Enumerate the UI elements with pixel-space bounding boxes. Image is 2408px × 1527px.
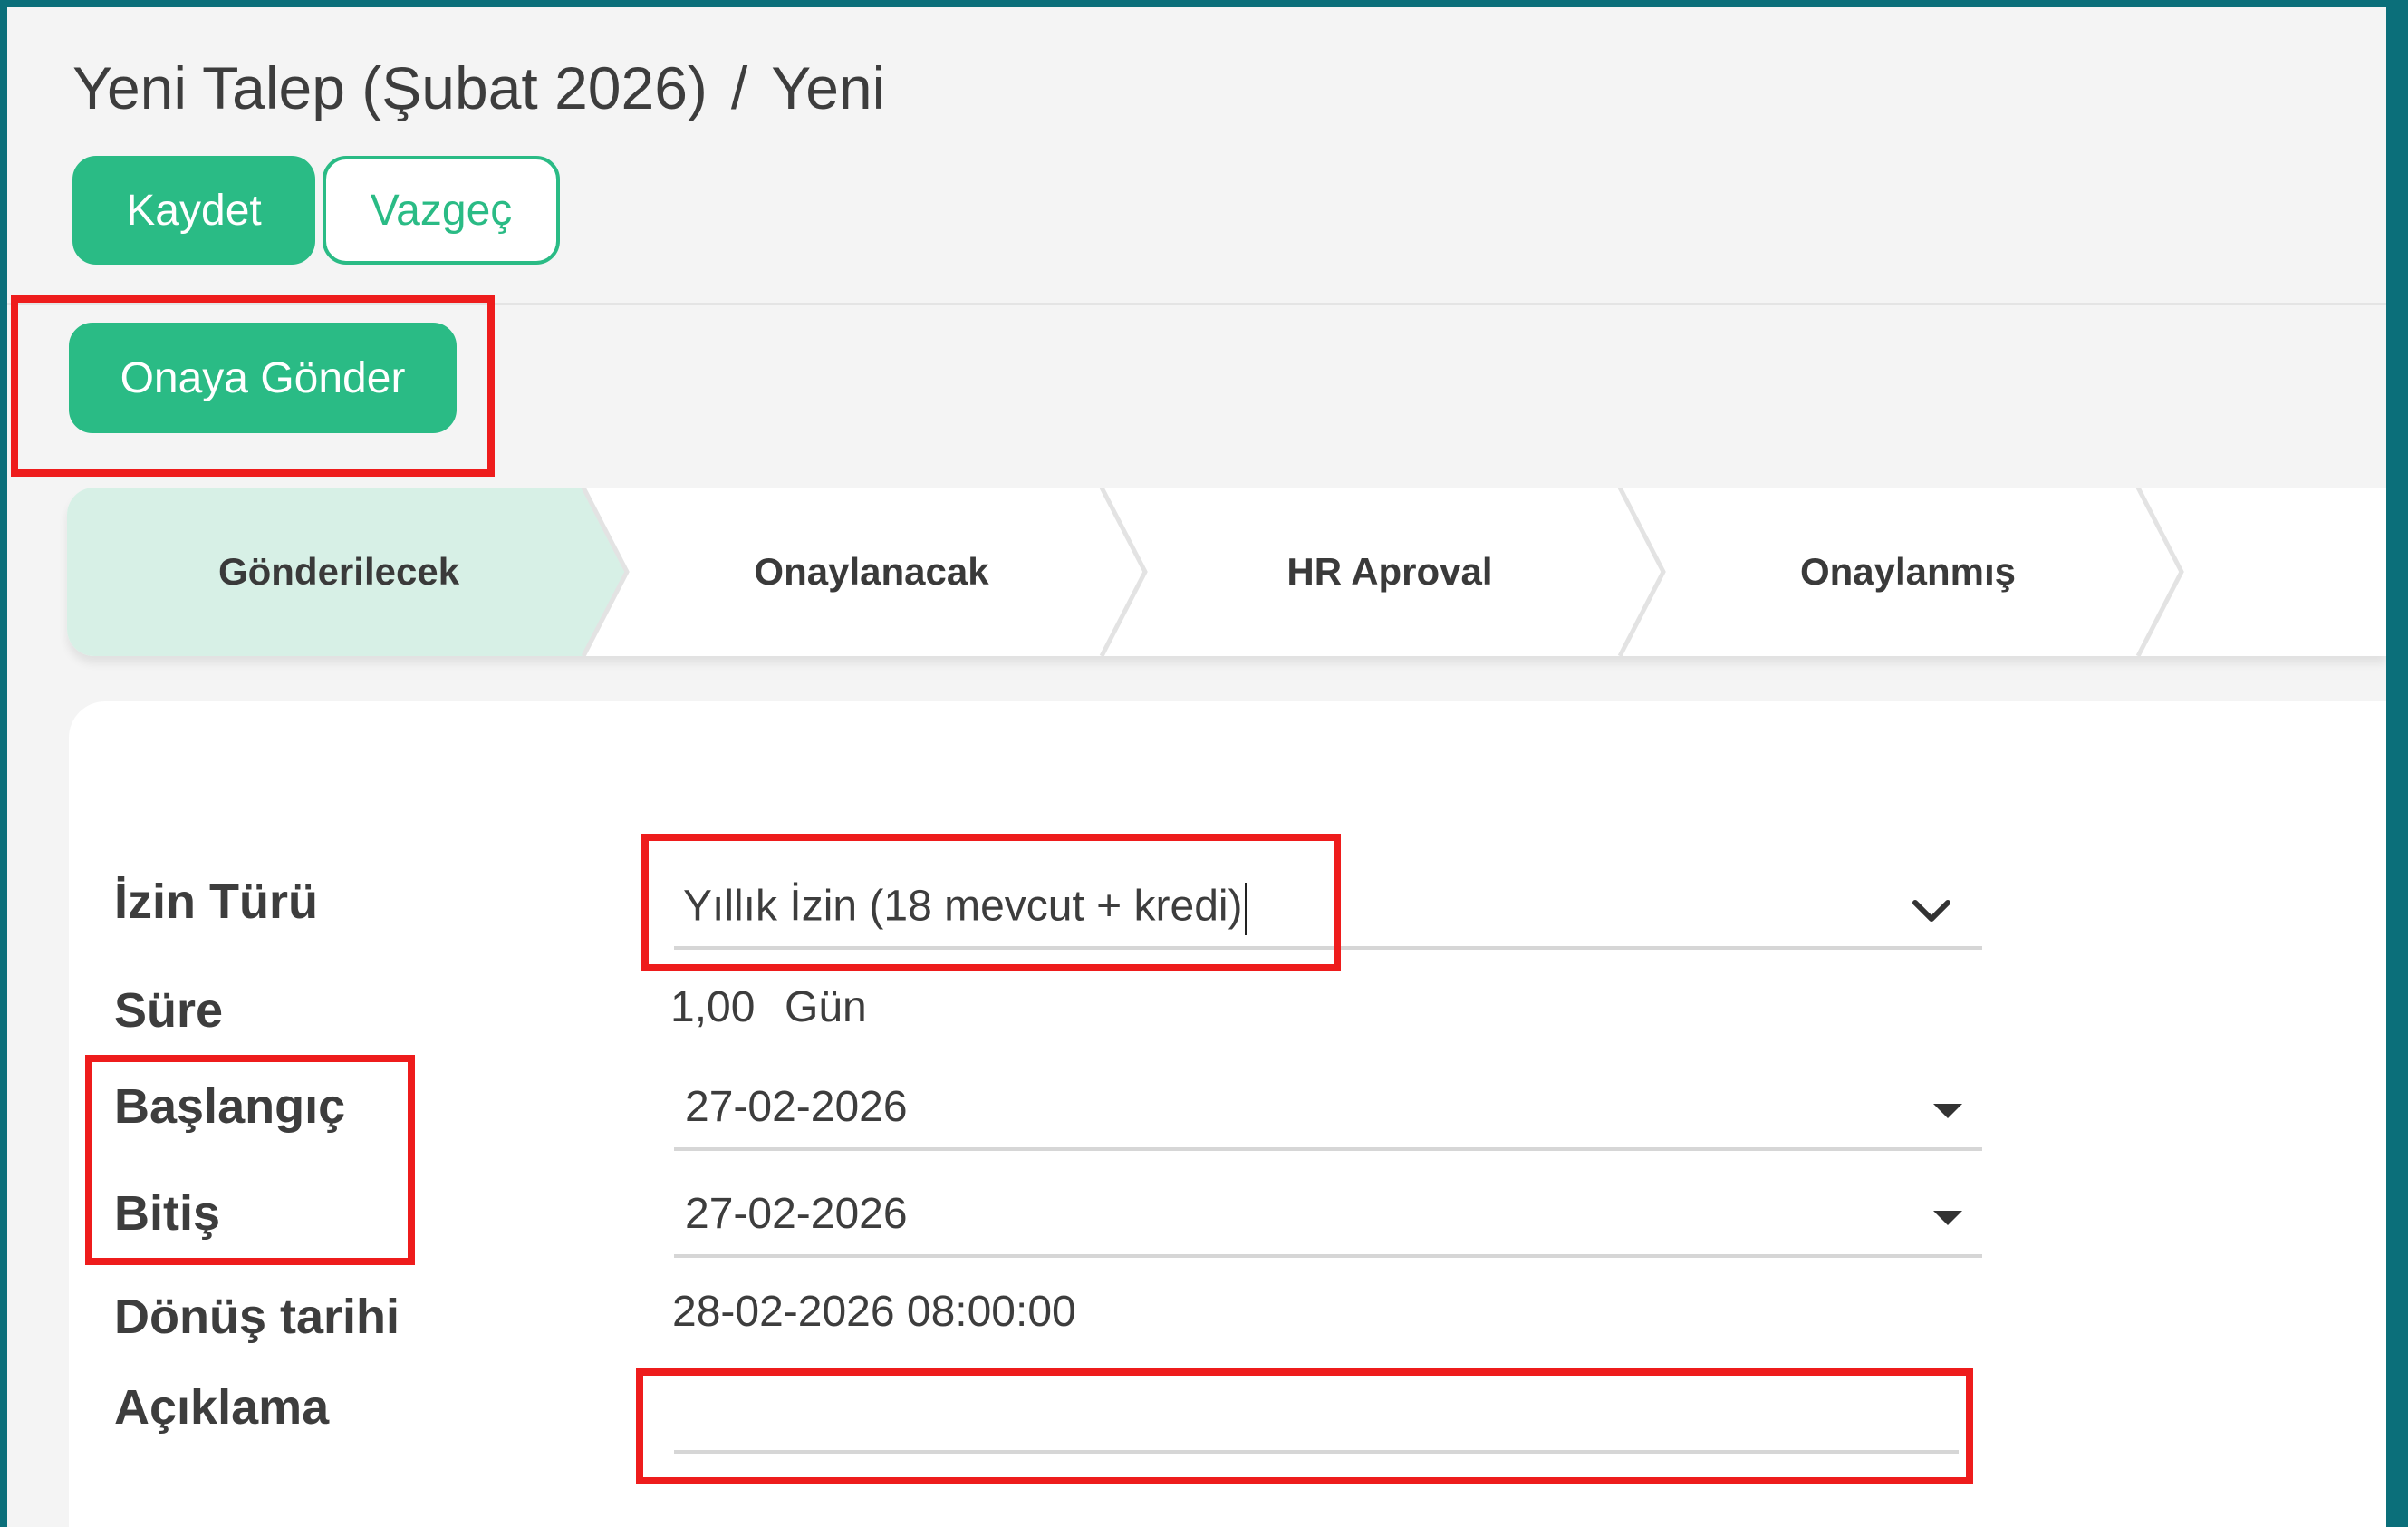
- caret-down-icon[interactable]: [1931, 1102, 1964, 1120]
- description-underline: [674, 1450, 1959, 1454]
- submit-for-approval-button[interactable]: Onaya Gönder: [69, 323, 457, 433]
- duration-label: Süre: [114, 983, 224, 1038]
- save-button[interactable]: Kaydet: [72, 156, 315, 265]
- description-input[interactable]: [685, 1385, 1953, 1435]
- start-date-label: Başlangıç: [114, 1079, 346, 1134]
- leave-type-value: Yıllık İzin (18 mevcut + kredi): [683, 882, 1243, 931]
- leave-type-select[interactable]: Yıllık İzin (18 mevcut + kredi): [683, 883, 1247, 935]
- leave-type-label: İzin Türü: [114, 875, 318, 929]
- duration-value[interactable]: 1,00: [670, 986, 755, 1029]
- breadcrumb-parent-link[interactable]: Yeni Talep (Şubat 2026): [72, 54, 708, 121]
- stage-onaylanacak[interactable]: Onaylanacak: [627, 488, 1116, 656]
- caret-down-icon[interactable]: [1931, 1209, 1964, 1227]
- header-divider: [7, 303, 2386, 305]
- start-date-input[interactable]: 27-02-2026: [685, 1086, 908, 1129]
- breadcrumb: Yeni Talep (Şubat 2026) / Yeni: [72, 58, 885, 118]
- stage-onaylanmis[interactable]: Onaylanmış: [1663, 488, 2153, 656]
- stage-hr-aproval[interactable]: HR Aproval: [1145, 488, 1634, 656]
- return-date-value: 28-02-2026 08:00:00: [672, 1288, 1076, 1336]
- chevron-down-icon[interactable]: [1912, 897, 1951, 924]
- stage-gonderilecek[interactable]: Gönderilecek: [67, 488, 611, 656]
- breadcrumb-separator: /: [730, 54, 748, 121]
- start-date-underline: [674, 1147, 1982, 1151]
- leave-request-form-view: Yeni Talep (Şubat 2026) / Yeni Kaydet Vazg…: [7, 7, 2386, 1527]
- discard-button[interactable]: Vazgeç: [323, 156, 560, 265]
- text-cursor: [1244, 883, 1247, 935]
- return-date-label: Dönüş tarihi: [114, 1290, 400, 1344]
- statusbar: Gönderilecek Onaylanacak HR Aproval Onay…: [67, 488, 2386, 656]
- breadcrumb-current: Yeni: [771, 54, 886, 121]
- end-date-input[interactable]: 27-02-2026: [685, 1193, 908, 1236]
- end-date-label: Bitiş: [114, 1186, 221, 1241]
- leave-type-underline: [674, 946, 1982, 950]
- description-label: Açıklama: [114, 1380, 330, 1435]
- end-date-underline: [674, 1254, 1982, 1258]
- duration-unit: Gün: [785, 983, 867, 1031]
